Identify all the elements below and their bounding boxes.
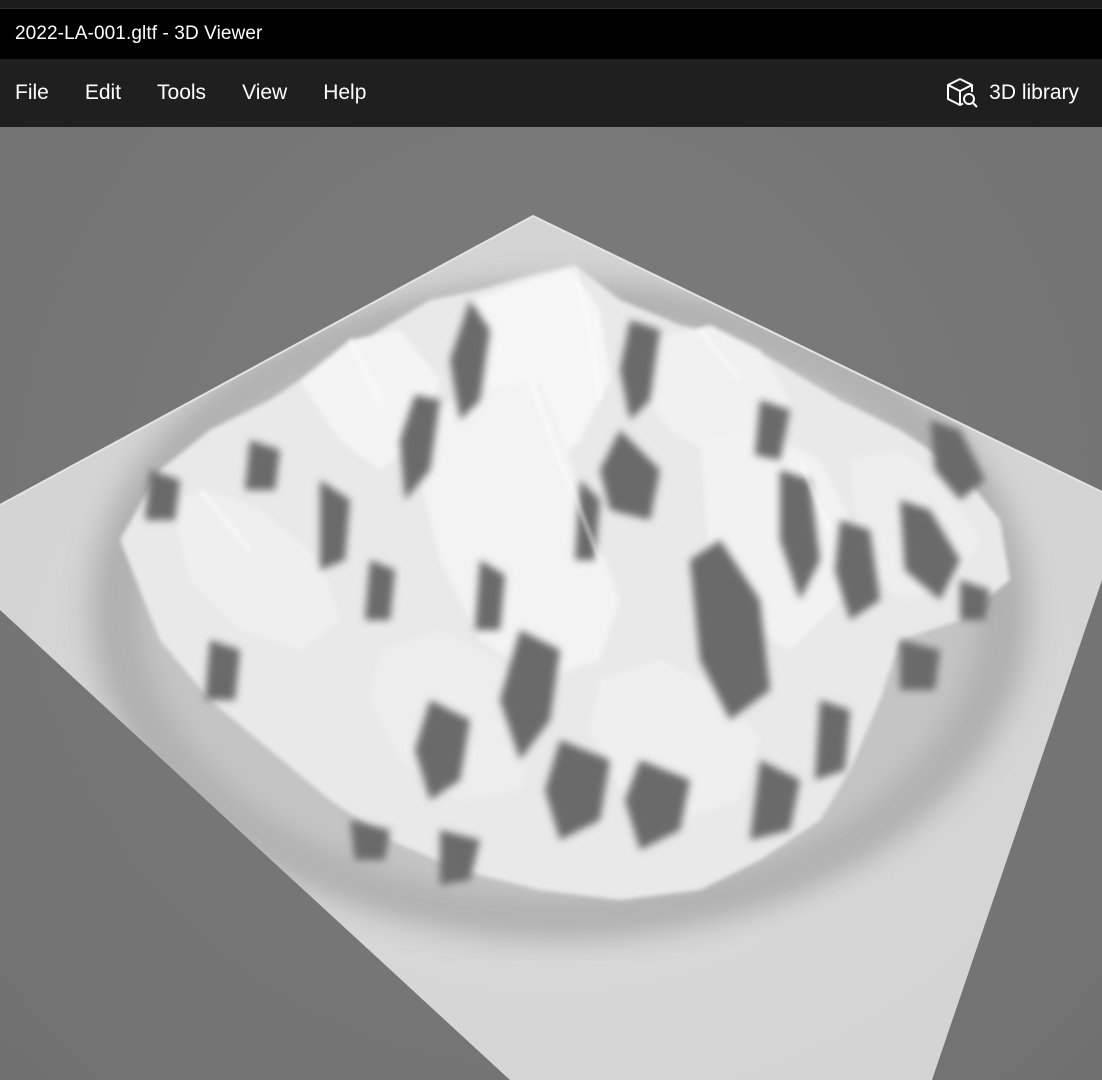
menu-help[interactable]: Help bbox=[305, 59, 384, 127]
menu-view[interactable]: View bbox=[224, 59, 305, 127]
title-bar[interactable]: 2022-LA-001.gltf - 3D Viewer bbox=[0, 9, 1102, 59]
3d-library-button[interactable]: 3D library bbox=[933, 59, 1102, 127]
terrain-model[interactable] bbox=[0, 127, 1102, 1080]
window-title: 2022-LA-001.gltf - 3D Viewer bbox=[15, 23, 263, 44]
menu-edit[interactable]: Edit bbox=[67, 59, 139, 127]
3d-library-label: 3D library bbox=[989, 81, 1079, 104]
app-window: 2022-LA-001.gltf - 3D Viewer File Edit T… bbox=[0, 0, 1102, 1080]
menu-bar: File Edit Tools View Help 3D library bbox=[0, 59, 1102, 127]
menu-file[interactable]: File bbox=[0, 59, 67, 127]
menu-tools[interactable]: Tools bbox=[139, 59, 224, 127]
window-top-edge bbox=[0, 0, 1102, 9]
3d-viewport[interactable] bbox=[0, 127, 1102, 1080]
3d-library-icon bbox=[945, 76, 979, 110]
